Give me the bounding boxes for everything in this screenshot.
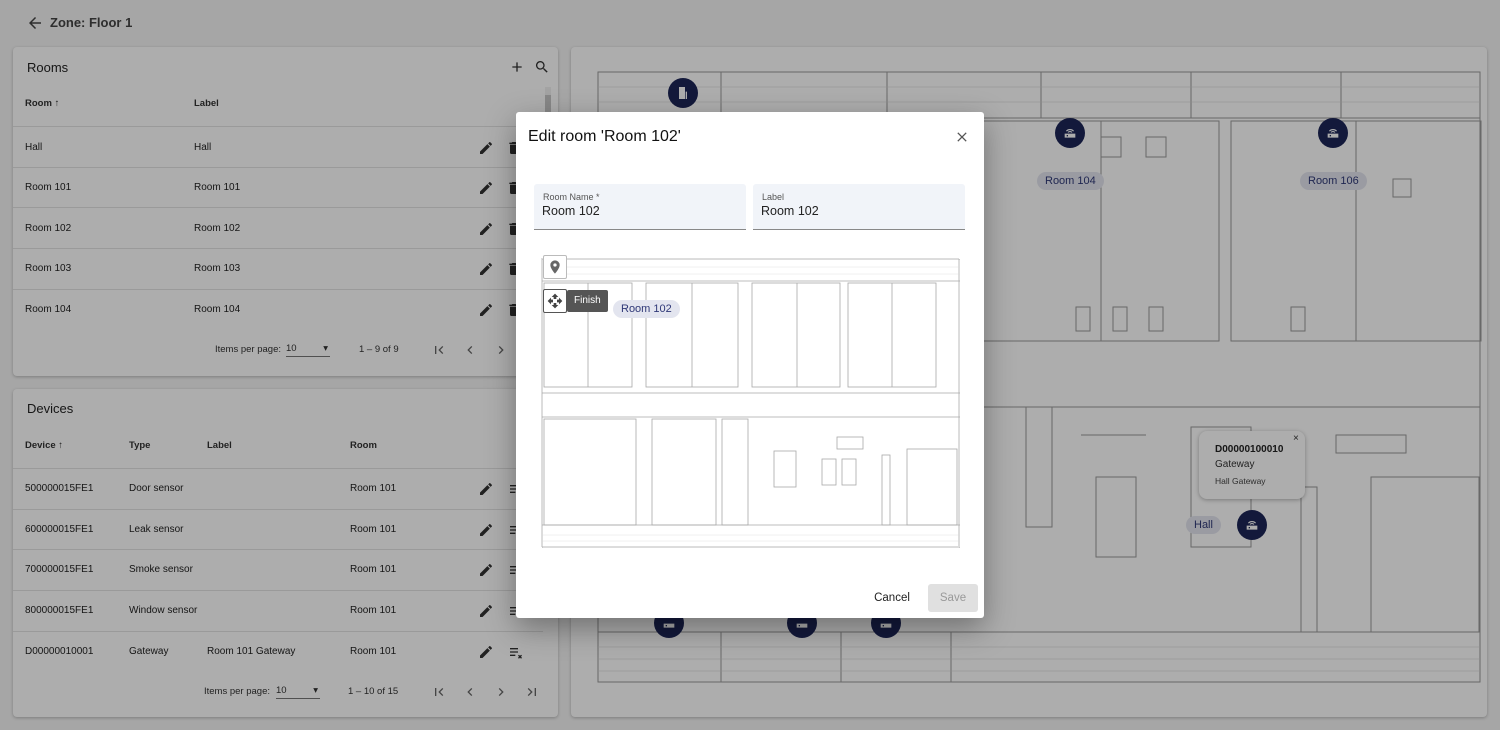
place-pin-tool[interactable] (543, 255, 567, 279)
move-tool[interactable] (543, 289, 567, 313)
label-input[interactable] (761, 204, 951, 218)
label-label: Label (762, 192, 785, 202)
map-room-pill[interactable]: Room 102 (613, 300, 680, 318)
finish-tooltip[interactable]: Finish (567, 290, 608, 312)
move-icon (547, 293, 563, 309)
save-button[interactable]: Save (928, 584, 978, 612)
room-name-input[interactable] (542, 204, 732, 218)
cancel-button[interactable]: Cancel (868, 586, 916, 610)
pin-icon (550, 260, 560, 274)
dialog-title: Edit room 'Room 102' (528, 128, 681, 145)
close-icon[interactable] (954, 129, 970, 145)
edit-room-dialog: Edit room 'Room 102' Room Name * Label (516, 112, 984, 618)
room-name-label: Room Name * (543, 192, 600, 202)
room-name-field[interactable]: Room Name * (534, 184, 746, 230)
label-field[interactable]: Label (753, 184, 965, 230)
